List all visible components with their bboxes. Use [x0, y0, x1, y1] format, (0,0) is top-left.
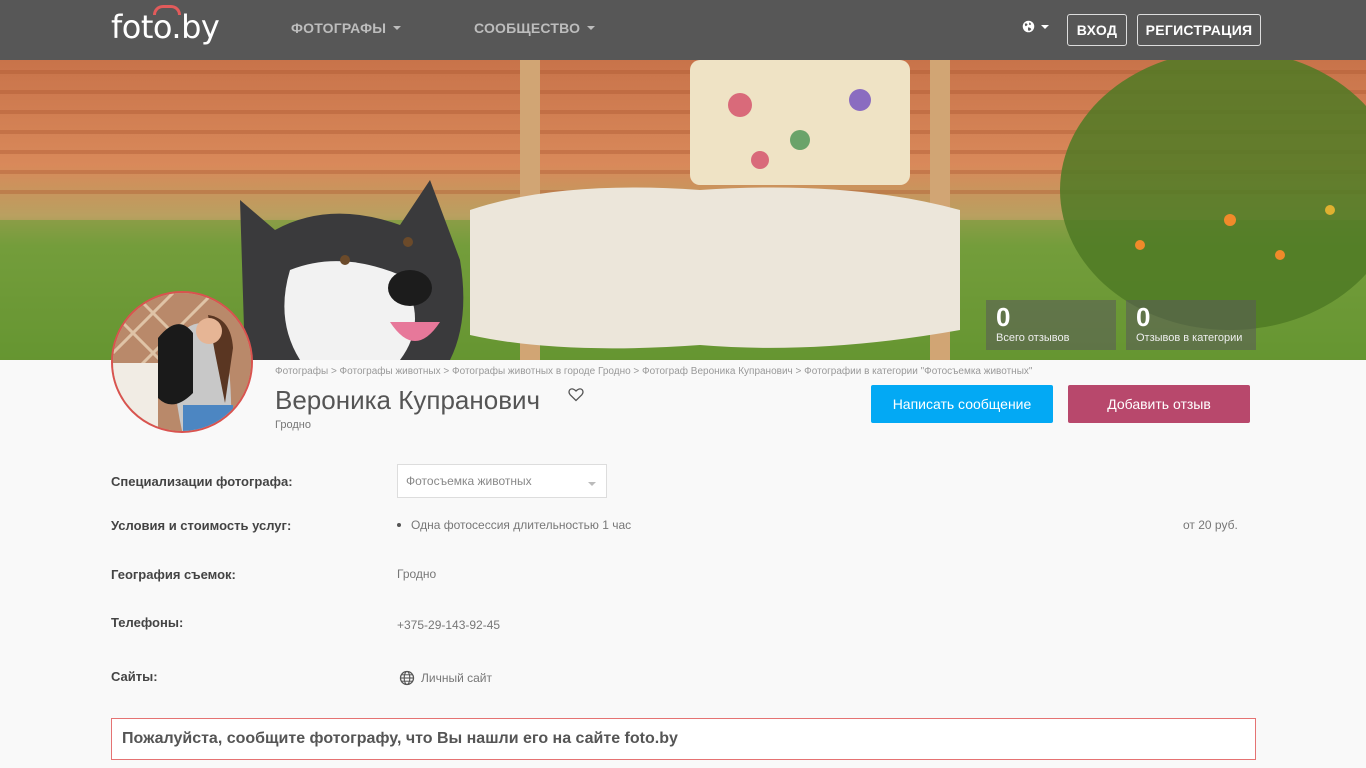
- service-price: от 20 руб.: [1183, 518, 1238, 532]
- logo-roof-icon: [153, 5, 181, 15]
- geography-value: Гродно: [397, 567, 437, 581]
- avatar-photo: [113, 293, 251, 431]
- specialization-select[interactable]: Фотосъемка животных: [397, 464, 607, 498]
- personal-site-link[interactable]: Личный сайт: [399, 670, 492, 686]
- chevron-down-icon: [393, 26, 402, 30]
- nav-community-label: СООБЩЕСТВО: [474, 20, 581, 36]
- service-item: Одна фотосессия длительностью 1 час: [397, 518, 631, 532]
- send-message-button[interactable]: Написать сообщение: [871, 385, 1053, 423]
- top-header: foto.by ФОТОГРАФЫ СООБЩЕСТВО ВХОД РЕГИСТ…: [0, 0, 1366, 60]
- notice-banner: Пожалуйста, сообщите фотографу, что Вы н…: [111, 718, 1256, 760]
- specializations-label: Специализации фотографа:: [111, 474, 293, 489]
- globe-icon: [399, 670, 415, 686]
- phone-value[interactable]: +375-29-143-92-45: [397, 618, 500, 632]
- profile-city: Гродно: [275, 419, 311, 431]
- nav-community[interactable]: СООБЩЕСТВО: [474, 20, 596, 36]
- language-selector[interactable]: [1022, 20, 1049, 33]
- stat-total-reviews-value: 0: [996, 302, 1011, 332]
- nav-photographers-label: ФОТОГРАФЫ: [291, 20, 387, 36]
- personal-site-label: Личный сайт: [421, 671, 492, 685]
- bullet-icon: [397, 522, 401, 527]
- chevron-down-icon: [1041, 24, 1049, 29]
- register-button[interactable]: РЕГИСТРАЦИЯ: [1137, 14, 1261, 46]
- stat-category-reviews-value: 0: [1136, 302, 1151, 332]
- breadcrumb[interactable]: Фотографы > Фотографы животных > Фотогра…: [275, 366, 1032, 377]
- phones-label: Телефоны:: [111, 615, 184, 630]
- geography-label: География съемок:: [111, 567, 236, 582]
- specialization-select-value: Фотосъемка животных: [406, 474, 532, 488]
- chevron-down-icon: [587, 26, 596, 30]
- heart-icon[interactable]: [568, 387, 584, 402]
- stat-total-reviews-label: Всего отзывов: [996, 332, 1070, 344]
- page-title: Вероника Купранович: [275, 385, 541, 415]
- services-label: Условия и стоимость услуг:: [111, 518, 292, 533]
- stat-total-reviews: 0 Всего отзывов: [986, 300, 1116, 350]
- avatar[interactable]: [111, 291, 253, 433]
- login-button[interactable]: ВХОД: [1067, 14, 1127, 46]
- stat-category-reviews-label: Отзывов в категории: [1136, 332, 1243, 344]
- site-logo[interactable]: foto.by: [111, 5, 220, 48]
- sites-label: Сайты:: [111, 669, 158, 684]
- stat-category-reviews: 0 Отзывов в категории: [1126, 300, 1256, 350]
- service-item-text: Одна фотосессия длительностью 1 час: [411, 518, 632, 532]
- add-review-button[interactable]: Добавить отзыв: [1068, 385, 1250, 423]
- globe-icon: [1022, 20, 1035, 33]
- chevron-down-icon: [588, 482, 596, 486]
- nav-photographers[interactable]: ФОТОГРАФЫ: [291, 20, 402, 36]
